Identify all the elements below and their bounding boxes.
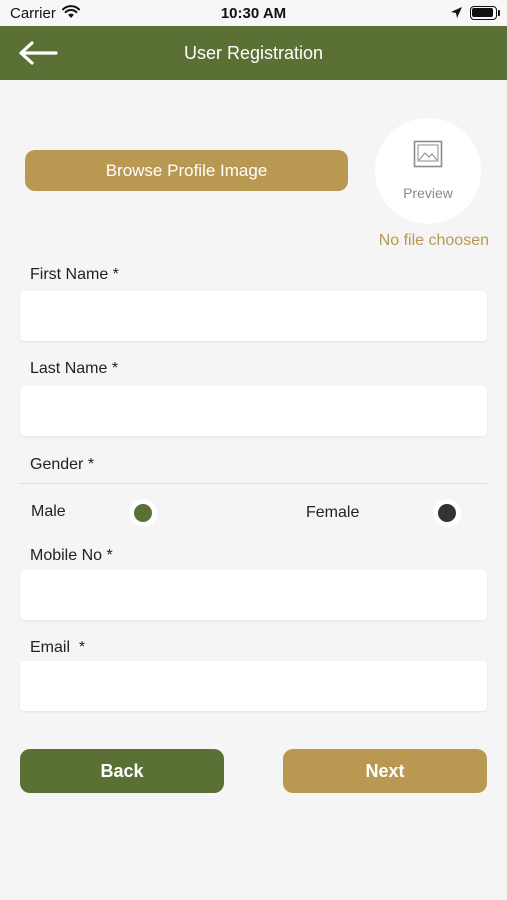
preview-label: Preview bbox=[403, 185, 453, 201]
gender-option-male-label: Male bbox=[31, 503, 66, 520]
battery-tip bbox=[498, 10, 500, 16]
mobile-field[interactable] bbox=[20, 570, 487, 620]
browse-profile-image-button[interactable]: Browse Profile Image bbox=[25, 150, 348, 191]
back-button[interactable]: Back bbox=[20, 749, 224, 793]
image-icon bbox=[413, 140, 443, 173]
gender-male-radio[interactable] bbox=[129, 499, 157, 527]
first-name-label: First Name * bbox=[30, 266, 119, 283]
email-field[interactable] bbox=[20, 661, 487, 711]
gender-label: Gender * bbox=[30, 456, 95, 473]
radio-dot-male bbox=[134, 504, 152, 522]
page-title: User Registration bbox=[183, 43, 324, 63]
mobile-label: Mobile No * bbox=[30, 547, 113, 564]
last-name-field[interactable] bbox=[20, 386, 487, 436]
gender-divider bbox=[20, 483, 487, 484]
last-name-label: Last Name * bbox=[30, 360, 119, 377]
email-label: Email * bbox=[30, 639, 86, 656]
next-button[interactable]: Next bbox=[283, 749, 487, 793]
clock: 10:30 AM bbox=[220, 5, 287, 22]
image-preview: Preview bbox=[375, 118, 481, 224]
file-status-text: No file choosen bbox=[378, 232, 489, 249]
status-bar: Carrier 10:30 AM bbox=[0, 0, 507, 26]
battery-icon bbox=[470, 6, 497, 20]
radio-dot-female bbox=[438, 504, 456, 522]
first-name-field[interactable] bbox=[20, 291, 487, 341]
location-arrow-icon bbox=[450, 6, 463, 24]
gender-option-female-label: Female bbox=[306, 504, 360, 521]
navigation-bar: User Registration bbox=[0, 26, 507, 80]
gender-female-radio[interactable] bbox=[433, 499, 461, 527]
